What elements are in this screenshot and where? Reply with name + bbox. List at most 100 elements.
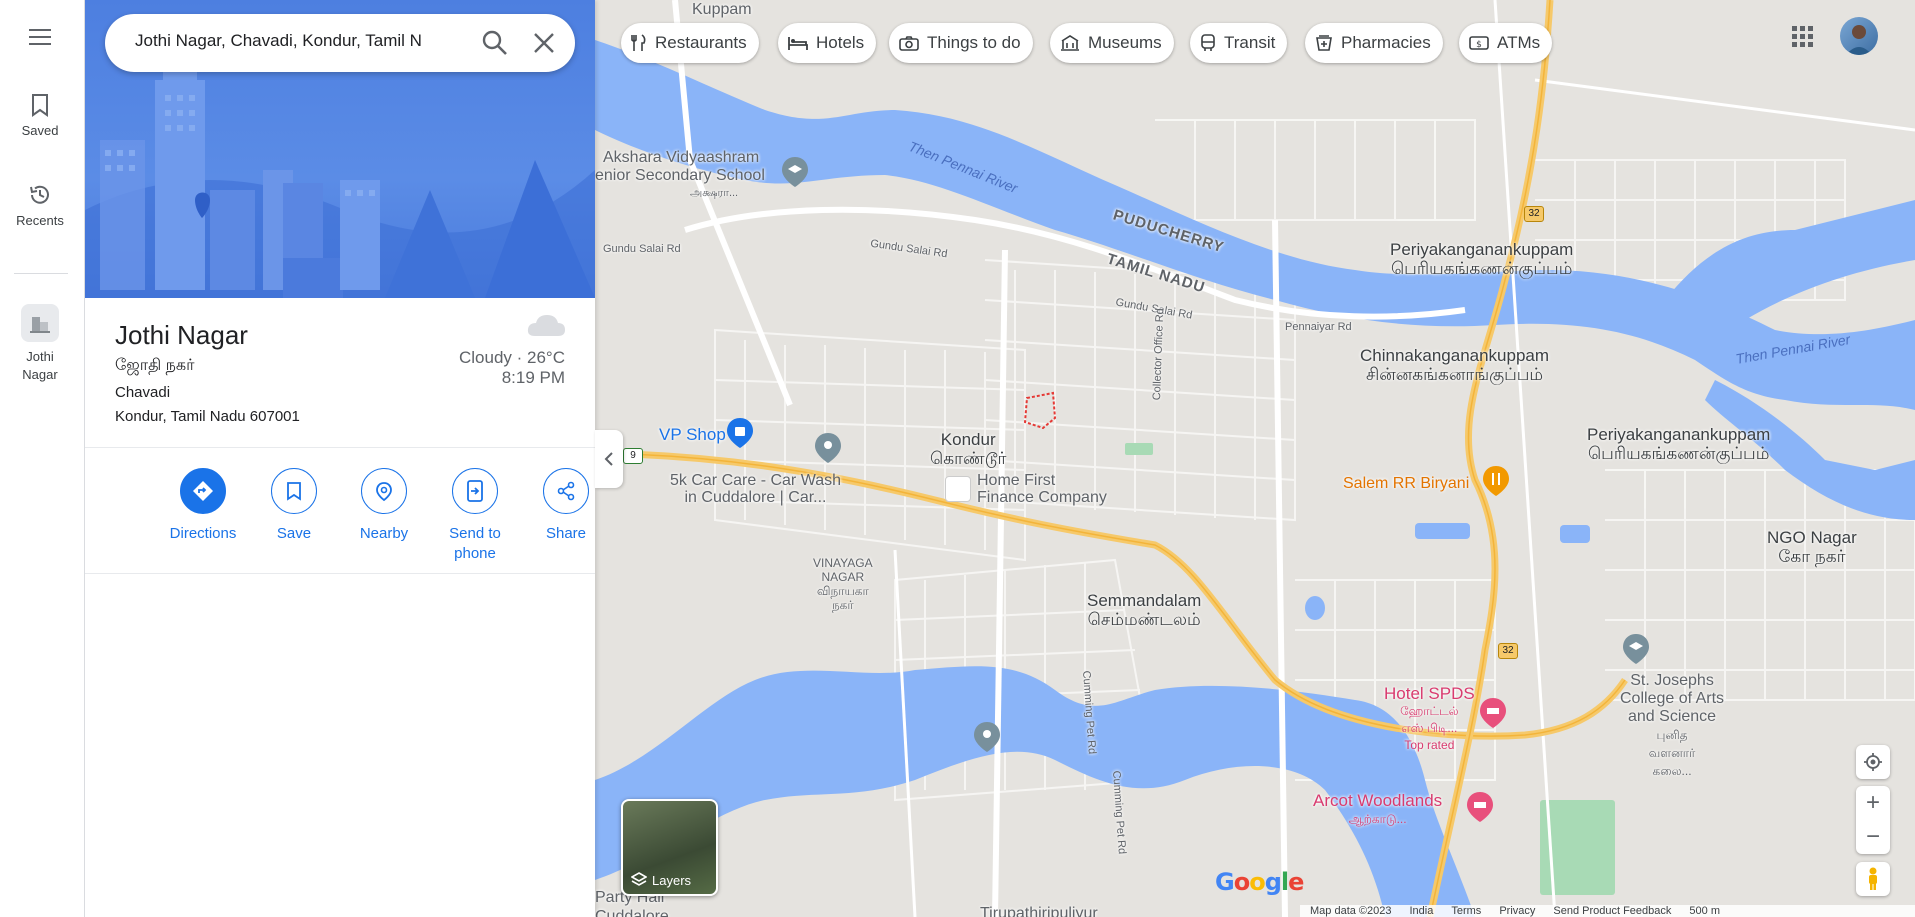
layers-label: Layers — [631, 872, 691, 888]
college-pin-icon[interactable] — [1623, 634, 1649, 664]
place-pin-icon[interactable] — [815, 433, 841, 463]
chip-museums[interactable]: Museums — [1050, 23, 1174, 63]
hotel-pin-icon[interactable] — [1480, 698, 1506, 728]
my-location-button[interactable] — [1856, 745, 1890, 779]
map-label-kondur: Kondur கொண்டூர் — [930, 430, 1007, 468]
side-panel: Jothi Nagar, Chavadi, Kondur, Tamil N Jo… — [85, 0, 595, 917]
footer-feedback-link[interactable]: Send Product Feedback — [1553, 905, 1671, 917]
place-address-line1: Chavadi — [115, 384, 171, 401]
chip-pharmacies[interactable]: Pharmacies — [1305, 23, 1443, 63]
bookmark-icon — [32, 94, 48, 117]
pharmacy-icon — [1316, 35, 1332, 51]
rail-recent-place[interactable]: Jothi Nagar — [0, 304, 80, 384]
chip-things-to-do[interactable]: Things to do — [889, 23, 1033, 63]
hamburger-menu-icon — [29, 29, 51, 45]
chip-atms-label: ATMs — [1497, 33, 1541, 52]
place-local-name: ஜோதி நகர் — [115, 357, 195, 374]
footer-terms-link[interactable]: Terms — [1451, 905, 1481, 917]
rail-divider — [14, 273, 68, 274]
map-label-arcot-woodlands: Arcot Woodlands ஆற்காடு... — [1313, 791, 1443, 826]
building-icon — [30, 317, 50, 333]
camera-icon — [899, 36, 919, 51]
send-to-phone-label: Send to phone — [449, 525, 501, 562]
rail-saved-label: Saved — [21, 123, 59, 138]
atm-icon: $ — [1469, 36, 1489, 50]
footer-privacy-link[interactable]: Privacy — [1499, 905, 1535, 917]
search-input[interactable]: Jothi Nagar, Chavadi, Kondur, Tamil N — [135, 31, 465, 55]
place-pin-icon[interactable] — [974, 722, 1000, 752]
map-label-akshara-local: அக்ஷரா... — [690, 187, 739, 199]
map-label-vp-shop: VP Shop — [659, 425, 726, 444]
map-data-credit: Map data ©2023 — [1310, 905, 1392, 917]
chip-hotels[interactable]: Hotels — [778, 23, 877, 63]
map-label-salem-rr: Salem RR Biryani — [1343, 475, 1470, 492]
save-button[interactable]: Save — [249, 468, 339, 544]
weather-info: Cloudy · 26°C 8:19 PM — [459, 348, 565, 388]
chip-transit-label: Transit — [1224, 33, 1276, 52]
pegman-icon — [1869, 867, 1877, 890]
school-pin-icon[interactable] — [782, 157, 808, 187]
google-logo: Google — [1215, 868, 1304, 896]
finance-pin-icon[interactable] — [945, 476, 971, 502]
rail-recents-button[interactable]: Recents — [0, 183, 80, 228]
chip-atms[interactable]: $ ATMs — [1459, 23, 1553, 63]
chip-museums-label: Museums — [1088, 33, 1162, 52]
weather-summary: Cloudy · 26°C — [458, 348, 565, 367]
shopping-pin-icon[interactable] — [727, 418, 753, 448]
chip-restaurants-label: Restaurants — [655, 33, 747, 52]
crosshair-icon — [1864, 753, 1882, 771]
rail-place-label: Jothi Nagar — [22, 349, 58, 382]
road-shield-9: 9 — [623, 448, 643, 464]
zoom-out-button[interactable]: − — [1856, 820, 1890, 854]
restaurant-pin-icon[interactable] — [1483, 466, 1509, 496]
chip-transit[interactable]: Transit — [1190, 23, 1288, 63]
map-label-road: Gundu Salai Rd — [603, 243, 681, 255]
map-label-collector-rd: Collector Office Rd — [1150, 308, 1167, 401]
map-label-periyakanganankuppam-2: Periyakanganankuppam பெரியகங்கணன்குப்பம் — [1587, 425, 1771, 463]
bed-icon — [788, 37, 808, 50]
apps-grid-icon[interactable] — [1790, 24, 1814, 48]
rail-saved-button[interactable]: Saved — [0, 93, 80, 138]
chip-restaurants[interactable]: Restaurants — [621, 23, 759, 63]
map-label-tirupathiripuliyur: Tirupathiripuliyur — [980, 905, 1098, 917]
footer-india-link[interactable]: India — [1410, 905, 1434, 917]
directions-button[interactable]: Directions — [158, 468, 248, 544]
account-avatar[interactable] — [1840, 17, 1878, 55]
map-label-home-first: Home First Finance Company — [977, 472, 1107, 506]
fork-knife-icon — [631, 34, 646, 51]
phone-send-icon — [467, 480, 483, 502]
send-to-phone-button[interactable]: Send to phone — [430, 468, 520, 564]
map-label-ngo-nagar: NGO Nagar கோ நகர் — [1767, 528, 1857, 566]
directions-icon — [193, 481, 213, 501]
road-shield-32: 32 — [1498, 643, 1518, 659]
place-title: Jothi Nagar — [115, 320, 248, 350]
layers-button[interactable]: Layers — [621, 799, 718, 896]
nearby-button[interactable]: Nearby — [339, 468, 429, 544]
send-circle — [452, 468, 498, 514]
map-canvas[interactable]: 32 32 9 Kuppam Akshara Vidyaashram enior… — [595, 0, 1915, 917]
zoom-in-button[interactable]: + — [1856, 786, 1890, 820]
map-label-semmandalam: Semmandalam செம்மண்டலம் — [1087, 591, 1202, 629]
left-rail: Saved Recents Jothi Nagar — [0, 0, 85, 917]
close-icon[interactable] — [531, 30, 557, 56]
avatar-icon — [1846, 25, 1872, 55]
nearby-circle — [361, 468, 407, 514]
share-icon — [557, 481, 575, 501]
collapse-panel-button[interactable] — [595, 430, 623, 488]
search-icon[interactable] — [481, 29, 509, 57]
place-info: Jothi Nagar ஜோதி நகர் Chavadi Kondur, Ta… — [85, 298, 595, 448]
menu-button[interactable] — [0, 28, 80, 52]
scale-bar[interactable]: 500 m — [1689, 905, 1720, 917]
map-label-periyakanganankuppam: Periyakanganankuppam பெரியகங்கணன்குப்பம் — [1390, 240, 1574, 278]
map-label-akshara: Akshara Vidyaashram — [603, 149, 760, 166]
directions-circle — [180, 468, 226, 514]
map-label-hotel-spds: Hotel SPDS ஹோட்டல் எஸ் பிடி... Top rated — [1384, 684, 1475, 752]
museum-icon — [1061, 35, 1079, 51]
hotel-pin-icon[interactable] — [1467, 792, 1493, 822]
history-icon — [30, 185, 49, 204]
chevron-left-icon — [604, 452, 613, 466]
street-view-pegman[interactable] — [1856, 862, 1890, 896]
bookmark-icon — [287, 482, 301, 501]
place-address-line2: Kondur, Tamil Nadu 607001 — [115, 408, 300, 425]
rail-recents-label: Recents — [16, 213, 64, 228]
